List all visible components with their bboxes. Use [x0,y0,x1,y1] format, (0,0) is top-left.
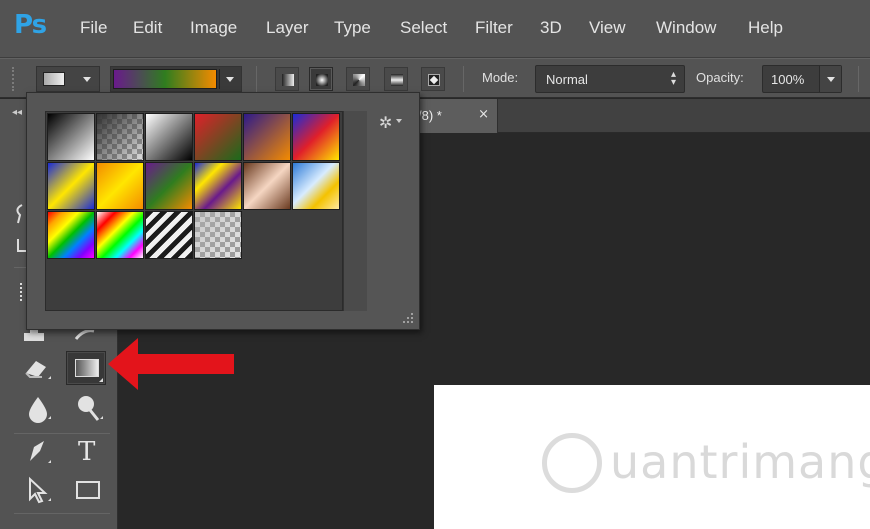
gradient-swatch[interactable] [96,162,144,210]
menu-layer[interactable]: Layer [266,18,309,38]
menu-bar: Ps File Edit Image Layer Type Select Fil… [0,0,870,58]
diamond-gradient-button[interactable] [421,67,445,91]
mode-label: Mode: [482,70,519,85]
gradient-picker-scrollbar[interactable] [343,111,367,311]
opacity-label: Opacity: [696,70,744,85]
pen-icon [30,441,51,463]
chevron-down-icon [226,77,234,82]
document-tab-title: /8) * [418,108,442,123]
gradient-swatch[interactable] [96,211,144,259]
droplet-icon [29,397,51,423]
gradient-swatch[interactable] [47,162,95,210]
opacity-value: 100% [771,72,805,87]
gradient-tool-icon [75,359,99,377]
arrow-cursor-icon [29,476,51,504]
gradient-swatch[interactable] [194,113,242,161]
reflected-gradient-button[interactable] [384,67,408,91]
menu-select[interactable]: Select [400,18,447,38]
chevron-down-icon [396,119,402,123]
linear-gradient-button[interactable] [275,67,299,91]
gradient-swatch[interactable] [145,113,193,161]
chevron-down-icon [827,77,835,82]
gradient-swatch[interactable] [292,162,340,210]
resize-dot [407,317,409,319]
red-arrow-icon [108,338,234,390]
type-tool[interactable]: T [68,435,108,469]
watermark-logo [542,433,602,493]
gradient-swatch[interactable] [47,113,95,161]
blur-tool[interactable] [18,391,58,425]
tools-separator [14,433,110,434]
radial-gradient-button[interactable] [309,67,333,91]
menu-3d[interactable]: 3D [540,18,562,38]
gradient-swatch[interactable] [194,162,242,210]
photoshop-logo: Ps [14,10,47,40]
chevron-down-icon [83,77,91,82]
tool-preset-picker[interactable] [36,66,100,92]
radial-gradient-icon [316,74,328,86]
mode-select-value: Normal [546,72,588,87]
diamond-gradient-icon [428,74,440,86]
rectangle-tool[interactable] [68,473,108,507]
menu-help[interactable]: Help [748,18,783,38]
menu-edit[interactable]: Edit [133,18,162,38]
opacity-dropdown[interactable] [819,66,841,92]
gradient-swatch[interactable] [243,162,291,210]
gradient-swatch[interactable] [194,211,242,259]
menu-window[interactable]: Window [656,18,716,38]
collapse-panel-icon[interactable]: ◂◂ [12,107,22,118]
more-tools-indicator [99,378,103,382]
gear-icon[interactable]: ✲ [379,113,392,132]
dodge-tool[interactable] [68,391,108,425]
resize-handle-icon[interactable] [403,313,413,323]
dodge-icon [78,396,103,421]
pen-tool[interactable] [18,435,58,469]
gradient-swatch[interactable] [47,211,95,259]
menu-filter[interactable]: Filter [475,18,513,38]
select-arrows-icon: ▴ ▾ [670,69,676,88]
menu-file[interactable]: File [80,18,107,38]
mode-select[interactable]: Normal ▴ ▾ [535,65,685,93]
separator [256,66,257,92]
eraser-tool[interactable] [18,351,58,385]
resize-dot [411,317,413,319]
gradient-picker-toggle[interactable] [219,69,239,89]
close-icon[interactable]: × [478,107,489,122]
gradient-swatch[interactable] [292,113,340,161]
gradient-swatch[interactable] [145,211,193,259]
options-bar-grip[interactable] [12,67,17,91]
diamond-shape [429,75,439,85]
gradient-preview-swatch[interactable] [113,69,217,89]
gradient-swatch[interactable] [243,113,291,161]
watermark-text: uantrimang [610,435,870,489]
gradient-swatch[interactable] [96,113,144,161]
tool-preset-icon [43,72,65,86]
gradient-editor-button[interactable] [110,66,242,92]
separator [463,66,464,92]
angle-gradient-icon [353,74,365,86]
reflected-gradient-icon [391,74,403,86]
resize-dot [411,313,413,315]
opacity-field[interactable]: 100% [762,65,842,93]
menu-image[interactable]: Image [190,18,237,38]
gradient-tool[interactable] [66,351,106,385]
menu-view[interactable]: View [589,18,626,38]
separator [858,66,859,92]
menu-type[interactable]: Type [334,18,371,38]
gradient-swatch[interactable] [145,162,193,210]
gradient-picker-popup: ✲ [26,92,420,330]
resize-dot [403,321,405,323]
rectangle-icon [76,481,100,499]
angle-gradient-button[interactable] [346,67,370,91]
path-selection-tool[interactable] [18,473,58,507]
linear-gradient-icon [282,74,294,86]
resize-dot [411,321,413,323]
document-canvas[interactable]: uantrimang [434,385,870,529]
tools-separator [14,513,110,514]
gradient-swatch-grid [45,111,343,311]
eraser-icon [25,361,51,379]
type-icon: T [78,437,96,467]
resize-dot [407,321,409,323]
